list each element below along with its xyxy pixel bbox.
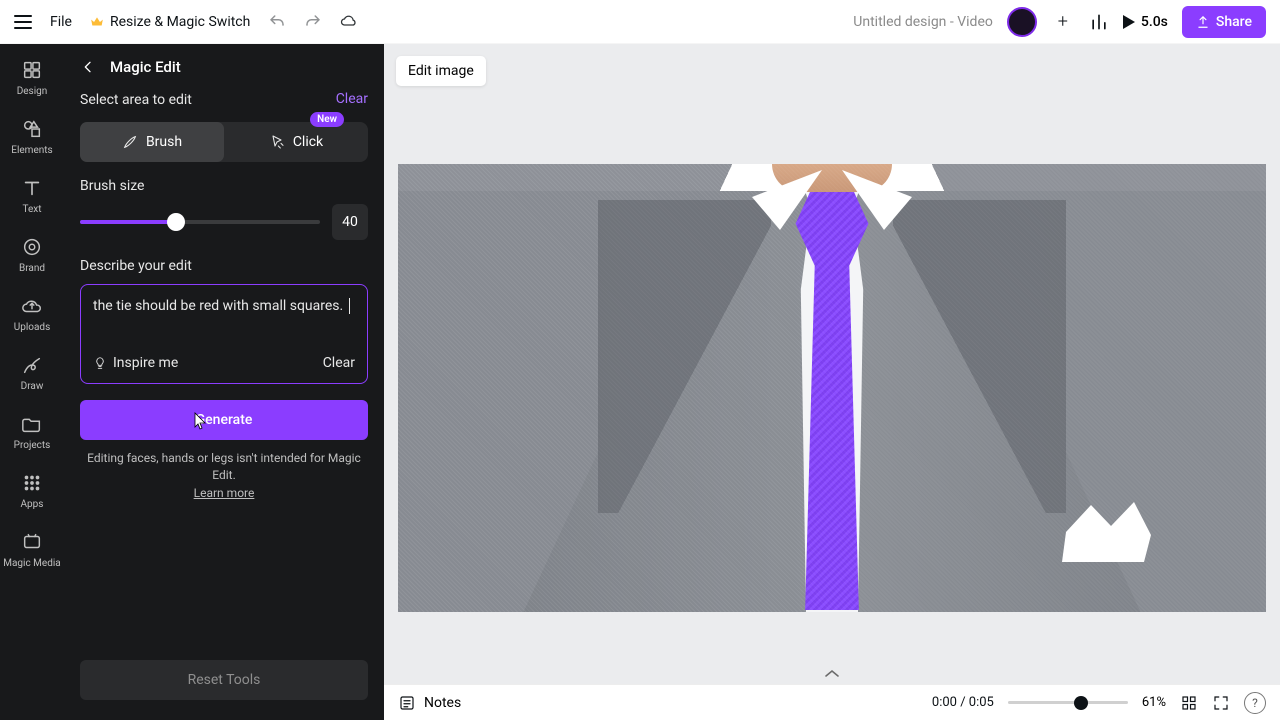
rail-draw[interactable]: Draw <box>20 353 44 392</box>
resize-label: Resize & Magic Switch <box>110 14 250 30</box>
rail-magic-media[interactable]: Magic Media <box>3 530 60 569</box>
panel-title: Magic Edit <box>110 58 181 76</box>
add-member-button[interactable]: + <box>1051 10 1075 34</box>
rail-brand[interactable]: Brand <box>19 235 45 274</box>
left-rail: Design Elements Text Brand Uploads Draw … <box>0 44 64 720</box>
panel-header: Magic Edit <box>64 44 384 90</box>
play-icon <box>1123 15 1135 29</box>
disclaimer-text: Editing faces, hands or legs isn't inten… <box>87 451 361 482</box>
rail-text[interactable]: Text <box>20 176 44 215</box>
rail-magic-media-label: Magic Media <box>3 558 60 569</box>
rail-apps-label: Apps <box>21 499 44 510</box>
resize-magic-switch[interactable]: Resize & Magic Switch <box>90 14 250 30</box>
rail-uploads[interactable]: Uploads <box>14 294 50 333</box>
new-badge: New <box>310 112 344 127</box>
magic-edit-panel: Magic Edit Select area to edit Clear New… <box>64 44 384 720</box>
generate-button[interactable]: Generate <box>80 400 368 440</box>
click-label: Click <box>293 134 323 150</box>
avatar[interactable] <box>1007 7 1037 37</box>
grid-view-icon[interactable] <box>1180 694 1198 712</box>
bottombar-right: 0:00 / 0:05 61% ? <box>932 692 1266 714</box>
undo-icon[interactable] <box>268 13 286 31</box>
rail-text-label: Text <box>22 204 41 215</box>
fullscreen-icon[interactable] <box>1212 694 1230 712</box>
brush-size-slider[interactable] <box>80 212 320 232</box>
timeline-expand-icon[interactable] <box>820 667 844 681</box>
zoom-thumb[interactable] <box>1074 696 1088 710</box>
cursor-icon <box>194 412 208 430</box>
rail-elements-label: Elements <box>11 145 52 156</box>
rail-elements[interactable]: Elements <box>11 117 52 156</box>
rail-projects-label: Projects <box>14 440 51 451</box>
rail-brand-label: Brand <box>19 263 45 274</box>
rail-draw-label: Draw <box>21 381 44 392</box>
projects-icon <box>20 412 44 436</box>
back-icon[interactable] <box>80 59 96 75</box>
rail-design[interactable]: Design <box>17 58 48 97</box>
lightbulb-icon <box>93 356 107 370</box>
panel-body: Select area to edit Clear New Brush Clic… <box>64 90 384 502</box>
cloud-sync-icon[interactable] <box>340 13 358 31</box>
inspire-me-button[interactable]: Inspire me <box>93 355 178 371</box>
click-icon <box>269 134 285 150</box>
brush-icon <box>122 134 138 150</box>
rail-projects[interactable]: Projects <box>14 412 51 451</box>
clear-prompt-button[interactable]: Clear <box>323 355 355 371</box>
draw-icon <box>20 353 44 377</box>
playback-time: 0:00 / 0:05 <box>932 695 994 710</box>
elements-icon <box>20 117 44 141</box>
rail-uploads-label: Uploads <box>14 322 50 333</box>
brush-tool-tab[interactable]: Brush <box>80 122 224 162</box>
rail-apps[interactable]: Apps <box>20 471 44 510</box>
top-bar: File Resize & Magic Switch Untitled desi… <box>0 0 1280 44</box>
notes-icon <box>398 694 416 712</box>
disclaimer: Editing faces, hands or legs isn't inten… <box>80 450 368 502</box>
analytics-icon[interactable] <box>1089 12 1109 32</box>
uploads-icon <box>20 294 44 318</box>
notes-button[interactable]: Notes <box>398 694 461 712</box>
topbar-right: Untitled design - Video + 5.0s Share <box>853 6 1266 38</box>
redo-icon[interactable] <box>304 13 322 31</box>
topbar-left: File Resize & Magic Switch <box>14 13 358 31</box>
crown-icon <box>90 15 104 29</box>
clear-selection-button[interactable]: Clear <box>336 91 368 107</box>
slider-thumb[interactable] <box>167 213 185 231</box>
document-title[interactable]: Untitled design - Video <box>853 14 993 30</box>
apps-icon <box>20 471 44 495</box>
text-icon <box>20 176 44 200</box>
notes-label: Notes <box>424 695 461 711</box>
learn-more-link[interactable]: Learn more <box>194 486 255 500</box>
brush-size-value[interactable]: 40 <box>332 204 368 240</box>
prompt-input[interactable]: the tie should be red with small squares… <box>80 284 368 384</box>
upload-icon <box>1196 15 1210 29</box>
canvas-area: Edit image <box>384 44 1280 684</box>
tool-segmented: New Brush Click <box>80 122 368 162</box>
select-area-label: Select area to edit <box>80 92 192 108</box>
reset-tools-button[interactable]: Reset Tools <box>80 660 368 700</box>
zoom-percent[interactable]: 61% <box>1142 695 1166 710</box>
canvas-image[interactable] <box>398 164 1266 612</box>
brush-size-label: Brush size <box>80 178 368 194</box>
brush-label: Brush <box>146 134 182 150</box>
bottom-bar: Notes 0:00 / 0:05 61% ? <box>384 684 1280 720</box>
describe-label: Describe your edit <box>80 258 368 274</box>
magic-media-icon <box>20 530 44 554</box>
brand-icon <box>20 235 44 259</box>
prompt-text[interactable]: the tie should be red with small squares… <box>93 297 355 315</box>
zoom-slider[interactable] <box>1008 695 1128 711</box>
rail-design-label: Design <box>17 86 48 97</box>
duration-label: 5.0s <box>1141 14 1168 30</box>
share-label: Share <box>1216 14 1252 30</box>
help-icon[interactable]: ? <box>1244 692 1266 714</box>
click-tool-tab[interactable]: Click <box>224 122 368 162</box>
file-menu[interactable]: File <box>50 14 72 30</box>
design-icon <box>20 58 44 82</box>
share-button[interactable]: Share <box>1182 6 1266 38</box>
menu-icon[interactable] <box>14 15 32 29</box>
edit-image-button[interactable]: Edit image <box>396 56 486 86</box>
play-button[interactable]: 5.0s <box>1123 14 1168 30</box>
inspire-label: Inspire me <box>113 355 178 371</box>
